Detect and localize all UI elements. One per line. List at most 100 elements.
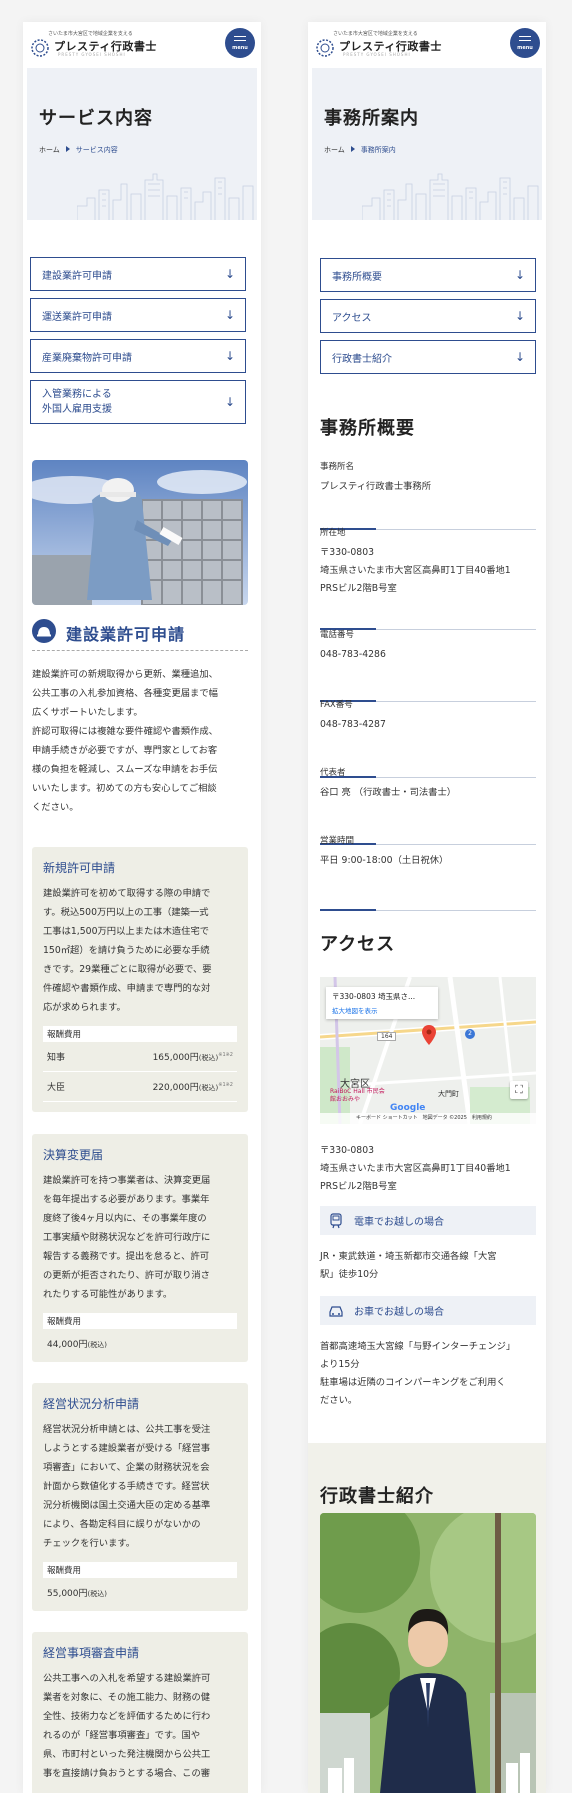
info-label: 代表者 — [320, 768, 346, 778]
card-line: 件確認や書類作成、申請まで専門的な対 — [43, 983, 211, 994]
arrow-down-icon: ↓ — [224, 395, 235, 409]
car-access-label: お車でお越しの場合 — [354, 1307, 444, 1318]
logo-brand-sub: PRESTY GYOSEI SHOSHI — [58, 52, 126, 57]
introduction-title: 行政書士紹介 — [320, 1486, 434, 1507]
info-value[interactable]: 048-783-4286 — [320, 646, 536, 664]
info-value: 谷口 亮 （行政書士・司法書士） — [320, 787, 457, 798]
anchor-introduction[interactable]: 行政書士紹介 ↓ — [320, 340, 536, 374]
info-label: 営業時間 — [320, 836, 355, 846]
services-page: さいたま市大宮区で地域企業を支える プレスティ行政書士 PRESTY GYOSE… — [23, 22, 261, 1793]
arrow-down-icon: ↓ — [224, 267, 235, 281]
fee-label: 報酬費用 — [43, 1562, 237, 1578]
representative-photo — [320, 1513, 536, 1793]
access-address: 〒330-0803 埼玉県さいたま市大宮区高鼻町1丁目40番地1 PRSビル2階… — [320, 1142, 536, 1196]
anchor-immigration[interactable]: 入管業務による 外国人雇用支援 ↓ — [30, 380, 246, 424]
info-hours: 営業時間 平日 9:00-18:00（土日祝休） — [320, 834, 536, 911]
breadcrumb-home[interactable]: ホーム — [39, 146, 60, 154]
arrow-down-icon: ↓ — [514, 350, 525, 364]
card-line: を毎年提出する必要があります。事業年 — [43, 1194, 210, 1205]
menu-label: menu — [232, 45, 248, 51]
card-line: れたりする可能性があります。 — [43, 1289, 173, 1300]
google-logo: Google — [390, 1103, 426, 1113]
card-line: 公共工事への入札を希望する建設業許可 — [43, 1673, 211, 1684]
google-map[interactable]: 〒330-0803 埼玉県さ... 拡大地図を表示 164 2 大宮区 RaiB… — [320, 977, 536, 1124]
card-line: 経営状況分析申請とは、公共工事を受注 — [43, 1424, 211, 1435]
hamburger-icon — [234, 36, 246, 44]
anchor-label: アクセス — [332, 312, 372, 324]
anchor-label-line2: 外国人雇用支援 — [42, 404, 112, 415]
map-card-address: 〒330-0803 埼玉県さ... — [332, 992, 416, 1001]
arrow-down-icon: ↓ — [224, 349, 235, 363]
anchor-overview[interactable]: 事務所概要 ↓ — [320, 258, 536, 292]
menu-button[interactable]: menu — [510, 28, 540, 58]
anchor-label: 事務所概要 — [332, 271, 382, 283]
fee-name: 大臣 — [47, 1083, 66, 1093]
breadcrumb-home[interactable]: ホーム — [324, 146, 345, 154]
fee-amount-value: 165,000円 — [152, 1053, 199, 1063]
card-title: 経営事項審査申請 — [43, 1646, 140, 1660]
office-page: さいたま市大宮区で地域企業を支える プレスティ行政書士 PRESTY GYOSE… — [308, 22, 546, 1793]
car-text-line: 首都高速埼玉大宮線「与野インターチェンジ」 — [320, 1341, 516, 1352]
card-line: 工事は1,500万円以上または木造住宅で — [43, 926, 210, 937]
fee-note: ※1※2 — [218, 1052, 233, 1058]
train-text-line: 駅」徒歩10分 — [320, 1269, 379, 1280]
fee-label: 報酬費用 — [43, 1313, 237, 1329]
anchor-access[interactable]: アクセス ↓ — [320, 299, 536, 333]
anchor-construction[interactable]: 建設業許可申請 ↓ — [30, 257, 246, 291]
card-body: 建設業許可を持つ事業者は、決算変更届 を毎年提出する必要があります。事業年 度終… — [43, 1171, 237, 1304]
card-line: す。税込500万円以上の工事（建築一式 — [43, 907, 209, 918]
skyline-illustration — [362, 173, 539, 220]
breadcrumb: ホーム 事務所案内 — [324, 145, 396, 155]
card-title: 決算変更届 — [43, 1148, 104, 1162]
fee-amount: 220,000円(税込)※1※2 — [153, 1080, 233, 1093]
map-road-label-2: 2 — [465, 1029, 475, 1039]
skyline-illustration — [77, 173, 254, 220]
intro-line: 許認可取得には複雑な要件確認や書類作成、 — [32, 726, 218, 737]
info-value-line: 埼玉県さいたま市大宮区高鼻町1丁目40番地1 — [320, 565, 511, 576]
train-access-heading: 電車でお越しの場合 — [320, 1206, 536, 1235]
fee-label: 報酬費用 — [43, 1026, 237, 1042]
anchor-label: 運送業許可申請 — [42, 311, 112, 323]
fee-row: 大臣 220,000円(税込)※1※2 — [43, 1072, 237, 1102]
breadcrumb: ホーム サービス内容 — [39, 145, 118, 155]
fee-row: 知事 165,000円(税込)※1※2 — [43, 1042, 237, 1072]
address-line: PRSビル2階B号室 — [320, 1181, 397, 1192]
fee-amount: 55,000円(税込) — [43, 1578, 237, 1601]
car-text-line: ださい。 — [320, 1395, 358, 1406]
card-line: 工事実績や財務状況などを許可行政庁に — [43, 1232, 211, 1243]
fee-amount-value: 220,000円 — [152, 1083, 199, 1093]
breadcrumb-separator-icon — [65, 146, 70, 152]
fee-tax: (税込) — [198, 1084, 219, 1092]
page-title: 事務所案内 — [324, 108, 419, 129]
section-intro: 建設業許可の新規取得から更新、業種追加、 公共工事の入札参加資格、各種変更届まで… — [32, 665, 248, 817]
train-text-line: JR・東武鉄道・埼玉新都市交通各線「大宮 — [320, 1251, 497, 1262]
breadcrumb-current: サービス内容 — [75, 146, 118, 154]
card-line: 150㎡超）を請け負うために必要な手続 — [43, 945, 210, 956]
fee-amount-value: 55,000円 — [47, 1589, 88, 1599]
fee-note: ※1※2 — [218, 1082, 233, 1088]
intro-line: 申請手続きが必要ですが、専門家としてお客 — [32, 745, 218, 756]
card-title: 経営状況分析申請 — [43, 1397, 140, 1411]
info-value: 〒330-0803 埼玉県さいたま市大宮区高鼻町1丁目40番地1 PRSビル2階… — [320, 544, 536, 598]
page-hero: サービス内容 ホーム サービス内容 — [27, 68, 257, 220]
section-title: 建設業許可申請 — [66, 625, 186, 644]
map-fullscreen-button[interactable]: ⛶ — [510, 1081, 528, 1099]
info-value: 048-783-4287 — [320, 719, 386, 730]
anchor-label: 産業廃棄物許可申請 — [42, 352, 132, 364]
info-phone: 電話番号 048-783-4286 — [320, 628, 536, 702]
card-body: 経営状況分析申請とは、公共工事を受注 しようとする建設業者が受ける「経営事 項審… — [43, 1420, 237, 1553]
map-enlarge-link[interactable]: 拡大地図を表示 — [332, 1005, 432, 1015]
anchor-transport[interactable]: 運送業許可申請 ↓ — [30, 298, 246, 332]
train-access-text: JR・東武鉄道・埼玉新都市交通各線「大宮 駅」徒歩10分 — [320, 1248, 536, 1284]
arrow-down-icon: ↓ — [224, 308, 235, 322]
fee-amount-value: 44,000円 — [47, 1340, 88, 1350]
page-title: サービス内容 — [39, 108, 153, 129]
info-label: 事務所名 — [320, 462, 355, 472]
menu-button[interactable]: menu — [225, 28, 255, 58]
card-line: チェックを行います。 — [43, 1538, 136, 1549]
info-label: 電話番号 — [320, 630, 355, 640]
anchor-waste[interactable]: 産業廃棄物許可申請 ↓ — [30, 339, 246, 373]
card-title: 新規許可申請 — [43, 861, 116, 875]
info-value: プレスティ行政書士事務所 — [320, 481, 432, 492]
info-label: 所在地 — [320, 528, 346, 538]
